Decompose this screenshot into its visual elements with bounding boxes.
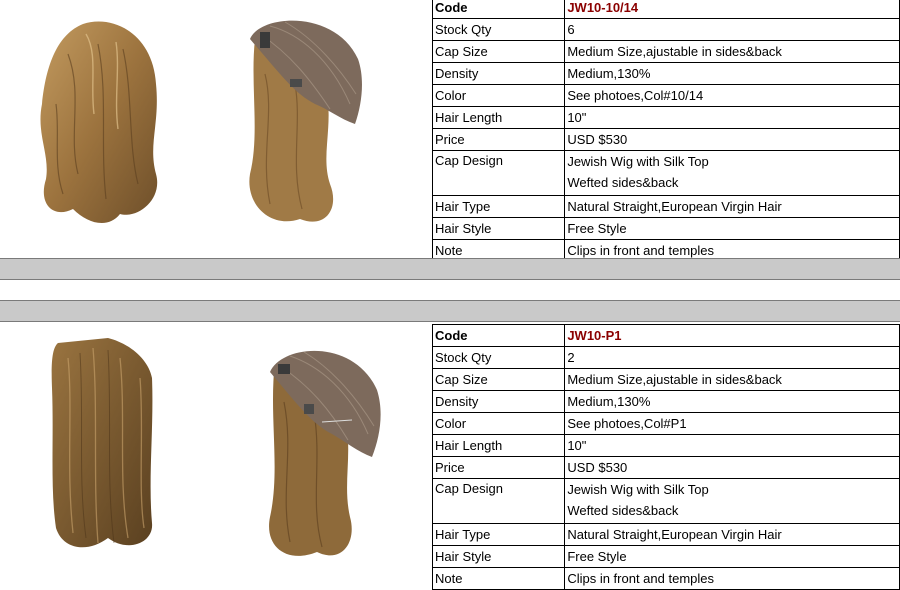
cap-design-line: Jewish Wig with Silk Top — [567, 482, 709, 497]
spec-value: Jewish Wig with Silk Top Wefted sides&ba… — [564, 150, 900, 196]
spec-row: Color See photoes,Col#10/14 — [431, 84, 900, 107]
spec-label: Density — [431, 62, 566, 85]
spec-row: Note Clips in front and temples — [431, 567, 900, 590]
spec-table-2: Code JW10-P1 Stock Qty 2 Cap Size Medium… — [431, 324, 900, 590]
spec-label: Hair Type — [431, 523, 566, 546]
spec-label: Code — [431, 324, 566, 347]
separator-band — [0, 258, 900, 280]
spec-label: Note — [431, 567, 566, 590]
spec-value: USD $530 — [564, 456, 900, 479]
product-code: JW10-10/14 — [564, 0, 900, 19]
spec-row: Density Medium,130% — [431, 390, 900, 413]
spec-label: Hair Style — [431, 545, 566, 568]
spec-label: Code — [431, 0, 566, 19]
spec-value: Free Style — [564, 545, 900, 568]
spec-label: Hair Style — [431, 217, 566, 240]
spec-row: Cap Size Medium Size,ajustable in sides&… — [431, 40, 900, 63]
spec-value: See photoes,Col#P1 — [564, 412, 900, 435]
spec-row: Hair Style Free Style — [431, 217, 900, 240]
spec-label: Cap Design — [431, 478, 566, 524]
spec-value: Natural Straight,European Virgin Hair — [564, 195, 900, 218]
spec-label: Price — [431, 456, 566, 479]
spec-label: Color — [431, 84, 566, 107]
spec-value: Jewish Wig with Silk Top Wefted sides&ba… — [564, 478, 900, 524]
product-block-1: Code JW10-10/14 Stock Qty 6 Cap Size Med… — [0, 0, 900, 262]
spec-row: Hair Type Natural Straight,European Virg… — [431, 523, 900, 546]
wig-front-photo — [28, 14, 168, 229]
spec-table-1: Code JW10-10/14 Stock Qty 6 Cap Size Med… — [431, 0, 900, 262]
wig-front-photo — [48, 338, 158, 558]
spec-label: Hair Length — [431, 434, 566, 457]
spec-row: Price USD $530 — [431, 456, 900, 479]
spec-label: Hair Type — [431, 195, 566, 218]
spec-label: Hair Length — [431, 106, 566, 129]
spec-label: Cap Design — [431, 150, 566, 196]
spec-value: Medium Size,ajustable in sides&back — [564, 368, 900, 391]
spec-row: Density Medium,130% — [431, 62, 900, 85]
spec-label: Density — [431, 390, 566, 413]
spec-value: 2 — [564, 346, 900, 369]
spec-value: Medium,130% — [564, 62, 900, 85]
spec-row: Hair Type Natural Straight,European Virg… — [431, 195, 900, 218]
spec-row: Hair Length 10" — [431, 106, 900, 129]
spec-label: Stock Qty — [431, 18, 566, 41]
spec-row: Price USD $530 — [431, 128, 900, 151]
spec-label: Cap Size — [431, 368, 566, 391]
separator-band — [0, 300, 900, 322]
spec-row-cap-design: Cap Design Jewish Wig with Silk Top Weft… — [431, 150, 900, 196]
spec-value: Free Style — [564, 217, 900, 240]
spec-row: Cap Size Medium Size,ajustable in sides&… — [431, 368, 900, 391]
spec-row-cap-design: Cap Design Jewish Wig with Silk Top Weft… — [431, 478, 900, 524]
wig-cap-inside-photo — [240, 14, 370, 234]
spec-value: Medium Size,ajustable in sides&back — [564, 40, 900, 63]
spec-value: Medium,130% — [564, 390, 900, 413]
product-images-2 — [0, 324, 432, 586]
spec-value: USD $530 — [564, 128, 900, 151]
spec-row: Hair Length 10" — [431, 434, 900, 457]
spec-value: Natural Straight,European Virgin Hair — [564, 523, 900, 546]
spec-value: 6 — [564, 18, 900, 41]
spec-value: 10" — [564, 106, 900, 129]
spec-row: Hair Style Free Style — [431, 545, 900, 568]
spec-value: See photoes,Col#10/14 — [564, 84, 900, 107]
wig-cap-inside-photo — [262, 342, 387, 567]
cap-design-line: Jewish Wig with Silk Top — [567, 154, 709, 169]
spec-row: Stock Qty 6 — [431, 18, 900, 41]
spec-row-code: Code JW10-P1 — [431, 324, 900, 347]
spec-label: Color — [431, 412, 566, 435]
spec-value: 10" — [564, 434, 900, 457]
spec-label: Stock Qty — [431, 346, 566, 369]
product-images-1 — [0, 0, 432, 258]
spec-row-code: Code JW10-10/14 — [431, 0, 900, 19]
spec-row: Color See photoes,Col#P1 — [431, 412, 900, 435]
product-block-2: Code JW10-P1 Stock Qty 2 Cap Size Medium… — [0, 324, 900, 590]
spec-row: Stock Qty 2 — [431, 346, 900, 369]
product-code: JW10-P1 — [564, 324, 900, 347]
spec-label: Cap Size — [431, 40, 566, 63]
cap-design-line: Wefted sides&back — [567, 175, 679, 190]
cap-design-line: Wefted sides&back — [567, 503, 679, 518]
spec-value: Clips in front and temples — [564, 567, 900, 590]
spec-label: Price — [431, 128, 566, 151]
